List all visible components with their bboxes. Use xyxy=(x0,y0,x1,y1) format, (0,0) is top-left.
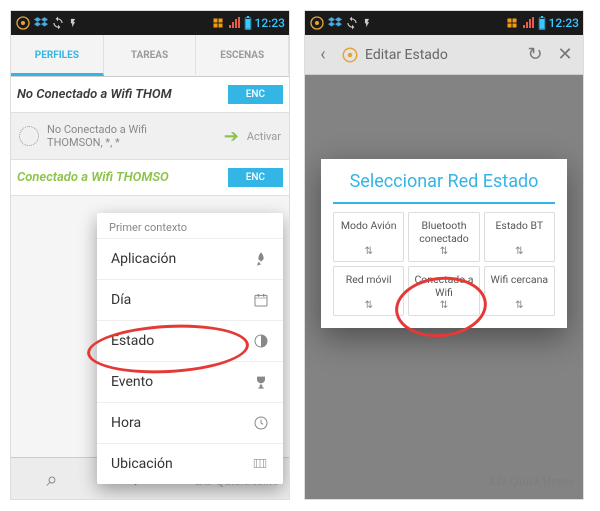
cell-estado-bt[interactable]: Estado BT⇅ xyxy=(484,212,555,262)
clock-text: 12:23 xyxy=(549,16,579,30)
toggle-icon: ⇅ xyxy=(440,246,448,257)
context-item-evento[interactable]: Evento xyxy=(97,361,283,402)
close-icon[interactable]: ✕ xyxy=(553,44,577,65)
context-menu-header: Primer contexto xyxy=(97,213,283,238)
cell-wifi-cercana[interactable]: Wifi cercana⇅ xyxy=(484,266,555,316)
profile2-title: Conectado a Wifi THOMSO xyxy=(17,170,222,185)
cell-conectado-wifi[interactable]: Conectado a Wifi⇅ xyxy=(408,266,479,316)
refresh-icon[interactable]: ↻ xyxy=(523,44,547,65)
cell-bluetooth-conectado[interactable]: Bluetooth conectado⇅ xyxy=(408,212,479,262)
toggle-icon: ⇅ xyxy=(364,246,372,257)
apps-icon xyxy=(212,17,224,29)
phone-left: 12:23 PERFILES TAREAS ESCENAS No Conecta… xyxy=(10,10,290,500)
profile2-enc-toggle[interactable]: ENC xyxy=(228,168,283,187)
profile1-sub-text: No Conectado a Wifi THOMSON, *, * xyxy=(47,123,216,149)
tab-perfiles[interactable]: PERFILES xyxy=(11,35,104,76)
dialog-title: Seleccionar Red Estado xyxy=(333,171,555,204)
toggle-icon: ⇅ xyxy=(440,300,448,311)
context-menu: Primer contexto Aplicación Día Estado Ev… xyxy=(97,213,283,484)
clock-icon xyxy=(253,415,269,431)
action-bar: ‹ Editar Estado ↻ ✕ xyxy=(305,35,583,75)
battery-icon xyxy=(538,16,546,30)
context-item-dia[interactable]: Día xyxy=(97,279,283,320)
screen1-body: PERFILES TAREAS ESCENAS No Conectado a W… xyxy=(11,35,289,499)
context-item-aplicacion[interactable]: Aplicación xyxy=(97,238,283,279)
battery-icon xyxy=(244,16,252,30)
map-icon xyxy=(251,457,269,471)
screen2-body: ‹ Editar Estado ↻ ✕ Seleccionar Red Esta… xyxy=(305,35,583,499)
select-network-state-dialog: Seleccionar Red Estado Modo Avión⇅ Bluet… xyxy=(321,159,567,328)
context-cog-icon xyxy=(19,126,39,146)
signal-icon xyxy=(521,17,535,29)
profile1-action[interactable]: Activar xyxy=(247,130,281,143)
profile-row-1[interactable]: No Conectado a Wifi THOM ENC xyxy=(11,77,289,113)
bolt-icon xyxy=(362,16,372,30)
tasker-small-icon xyxy=(341,46,359,64)
dropbox-icon xyxy=(34,16,48,30)
sync-icon xyxy=(51,16,65,30)
back-icon[interactable]: ‹ xyxy=(311,44,335,65)
status-bar: 12:23 xyxy=(305,11,583,35)
tabs: PERFILES TAREAS ESCENAS xyxy=(11,35,289,77)
tab-tareas[interactable]: TAREAS xyxy=(104,35,197,76)
apps-icon xyxy=(506,17,518,29)
toggle-icon: ⇅ xyxy=(515,246,523,257)
profile1-sub[interactable]: No Conectado a Wifi THOMSON, *, * ➔ Acti… xyxy=(11,113,289,160)
toggle-icon: ⇅ xyxy=(515,300,523,311)
tab-escenas[interactable]: ESCENAS xyxy=(196,35,289,76)
tasker-icon xyxy=(309,15,325,31)
actionbar-title: Editar Estado xyxy=(365,47,517,63)
context-item-estado[interactable]: Estado xyxy=(97,320,283,361)
context-item-hora[interactable]: Hora xyxy=(97,402,283,443)
trophy-icon xyxy=(253,374,269,390)
signal-icon xyxy=(227,17,241,29)
tasker-icon xyxy=(15,15,31,31)
arrow-right-icon: ➔ xyxy=(224,126,239,147)
profile-row-2[interactable]: Conectado a Wifi THOMSO ENC xyxy=(11,160,289,196)
profile1-enc-toggle[interactable]: ENC xyxy=(228,85,283,104)
dropbox-icon xyxy=(328,16,342,30)
sync-icon xyxy=(345,16,359,30)
status-bar: 12:23 xyxy=(11,11,289,35)
context-item-ubicacion[interactable]: Ubicación xyxy=(97,443,283,484)
rocket-icon xyxy=(253,251,269,267)
calendar-icon xyxy=(253,292,269,308)
profile1-title: No Conectado a Wifi THOM xyxy=(17,87,222,102)
toggle-icon: ⇅ xyxy=(364,300,372,311)
state-icon xyxy=(253,333,269,349)
cell-red-movil[interactable]: Red móvil⇅ xyxy=(333,266,404,316)
cell-modo-avion[interactable]: Modo Avión⇅ xyxy=(333,212,404,262)
phone-right: 12:23 ‹ Editar Estado ↻ ✕ Seleccionar Re… xyxy=(304,10,584,500)
bolt-icon xyxy=(68,16,78,30)
clock-text: 12:23 xyxy=(255,16,285,30)
search-icon[interactable]: ⌕ xyxy=(46,467,57,491)
